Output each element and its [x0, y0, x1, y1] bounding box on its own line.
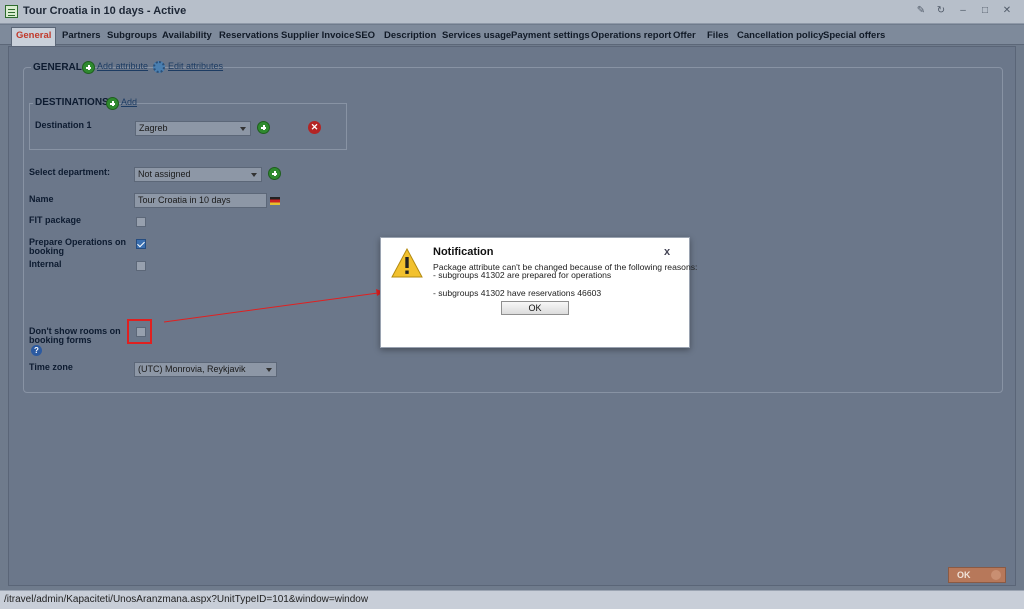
- notification-dialog: Notification x Package attribute can't b…: [380, 237, 697, 348]
- highlight-box: [127, 319, 152, 344]
- warning-icon: [391, 248, 423, 278]
- chevron-down-icon: [266, 368, 272, 372]
- dialog-close-icon[interactable]: x: [664, 246, 670, 258]
- add-destination-row-icon[interactable]: [257, 121, 270, 134]
- tab-cancellation-policy[interactable]: Cancellation policy: [737, 28, 824, 45]
- tab-files[interactable]: Files: [707, 28, 729, 45]
- department-select[interactable]: Not assigned: [134, 167, 262, 182]
- time-zone-label: Time zone: [29, 362, 73, 372]
- time-zone-value: (UTC) Monrovia, Reykjavik: [138, 364, 246, 374]
- tab-services-usage[interactable]: Services usage: [442, 28, 511, 45]
- destination-1-label: Destination 1: [35, 120, 92, 130]
- ok-button[interactable]: OK: [948, 567, 1006, 583]
- general-section-title: GENERAL: [31, 62, 84, 73]
- tab-partners[interactable]: Partners: [62, 28, 101, 45]
- ok-button-icon: [991, 570, 1001, 580]
- dialog-title: Notification: [433, 246, 494, 258]
- tab-availability[interactable]: Availability: [162, 28, 212, 45]
- chevron-down-icon: [251, 173, 257, 177]
- department-label: Select department:: [29, 167, 111, 177]
- tab-general[interactable]: General: [11, 27, 57, 46]
- remove-destination-icon[interactable]: ✕: [308, 121, 321, 134]
- destination-1-value: Zagreb: [139, 123, 168, 133]
- close-icon[interactable]: ✕: [1000, 4, 1014, 18]
- tab-strip: General Partners Subgroups Availability …: [0, 25, 1024, 46]
- destinations-title: DESTINATIONS: [33, 97, 111, 108]
- internal-label: Internal: [29, 259, 62, 269]
- edit-attributes-link[interactable]: Edit attributes: [168, 61, 223, 71]
- tab-payment-settings[interactable]: Payment settings: [511, 28, 590, 45]
- add-attribute-icon[interactable]: [82, 61, 95, 74]
- prepare-operations-label-line2: booking: [29, 246, 64, 256]
- status-bar: /itravel/admin/Kapaciteti/UnosAranzmana.…: [0, 590, 1024, 609]
- destinations-box: DESTINATIONS Add Destination 1 Zagreb ✕: [29, 97, 347, 150]
- time-zone-select[interactable]: (UTC) Monrovia, Reykjavik: [134, 362, 277, 377]
- app-icon: [5, 5, 18, 18]
- minimize-icon[interactable]: –: [956, 4, 970, 18]
- add-destination-icon[interactable]: [106, 97, 119, 110]
- refresh-icon[interactable]: ↻: [934, 4, 948, 18]
- add-destination-link[interactable]: Add: [121, 97, 137, 107]
- name-input[interactable]: Tour Croatia in 10 days: [134, 193, 267, 208]
- tab-reservations[interactable]: Reservations: [219, 28, 279, 45]
- dont-show-rooms-label-line2: booking forms: [29, 335, 92, 345]
- name-label: Name: [29, 194, 54, 204]
- help-icon[interactable]: ?: [31, 345, 42, 356]
- tab-subgroups[interactable]: Subgroups: [107, 28, 157, 45]
- tab-offer[interactable]: Offer: [673, 28, 696, 45]
- dialog-message-line3: - subgroups 41302 have reservations 4660…: [433, 288, 602, 298]
- add-department-icon[interactable]: [268, 167, 281, 180]
- tab-seo[interactable]: SEO: [355, 28, 375, 45]
- edit-attributes-icon[interactable]: [153, 61, 165, 73]
- language-flag-icon[interactable]: [270, 197, 280, 205]
- tab-description[interactable]: Description: [384, 28, 436, 45]
- destination-1-select[interactable]: Zagreb: [135, 121, 251, 136]
- dialog-message-line2: - subgroups 41302 are prepared for opera…: [433, 270, 612, 280]
- ok-button-label: OK: [957, 570, 971, 580]
- department-value: Not assigned: [138, 169, 191, 179]
- title-bar: Tour Croatia in 10 days - Active ✎ ↻ – □…: [0, 0, 1024, 24]
- tab-operations-report[interactable]: Operations report: [591, 28, 671, 45]
- chevron-down-icon: [240, 127, 246, 131]
- internal-checkbox[interactable]: [136, 261, 146, 271]
- fit-package-label: FIT package: [29, 215, 82, 225]
- prepare-operations-checkbox[interactable]: [136, 239, 146, 249]
- window-title: Tour Croatia in 10 days - Active: [23, 5, 187, 17]
- dialog-ok-button[interactable]: OK: [501, 301, 569, 315]
- add-attribute-link[interactable]: Add attribute: [97, 61, 148, 71]
- fit-package-checkbox[interactable]: [136, 217, 146, 227]
- pin-icon[interactable]: ✎: [914, 4, 928, 18]
- tab-supplier-invoice[interactable]: Supplier Invoice: [281, 28, 354, 45]
- tab-special-offers[interactable]: Special offers: [823, 28, 885, 45]
- maximize-icon[interactable]: □: [978, 4, 992, 18]
